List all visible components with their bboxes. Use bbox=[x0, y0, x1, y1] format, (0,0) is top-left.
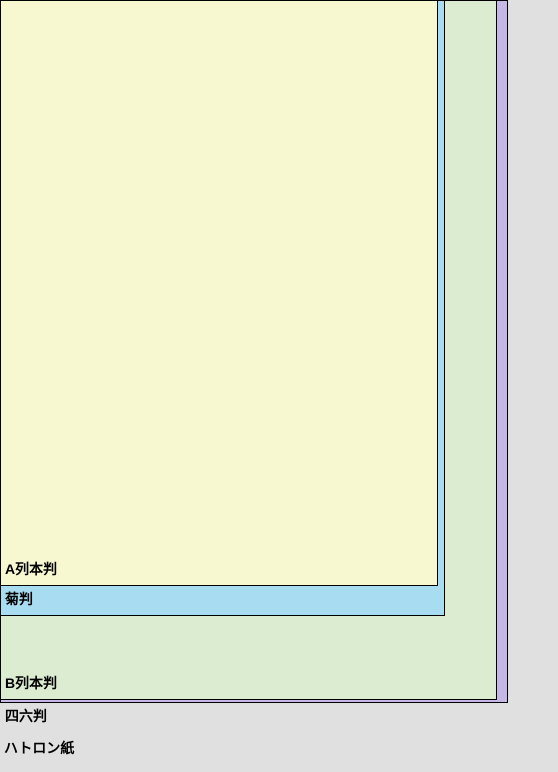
label-hatron: ハトロン紙 bbox=[4, 738, 74, 758]
label-shiroku: 四六判 bbox=[5, 706, 47, 726]
sheet-aretsu: A列本判 bbox=[0, 0, 438, 586]
label-bretsu: B列本判 bbox=[5, 673, 57, 693]
label-kiku: 菊判 bbox=[5, 589, 33, 609]
label-aretsu: A列本判 bbox=[5, 559, 57, 579]
